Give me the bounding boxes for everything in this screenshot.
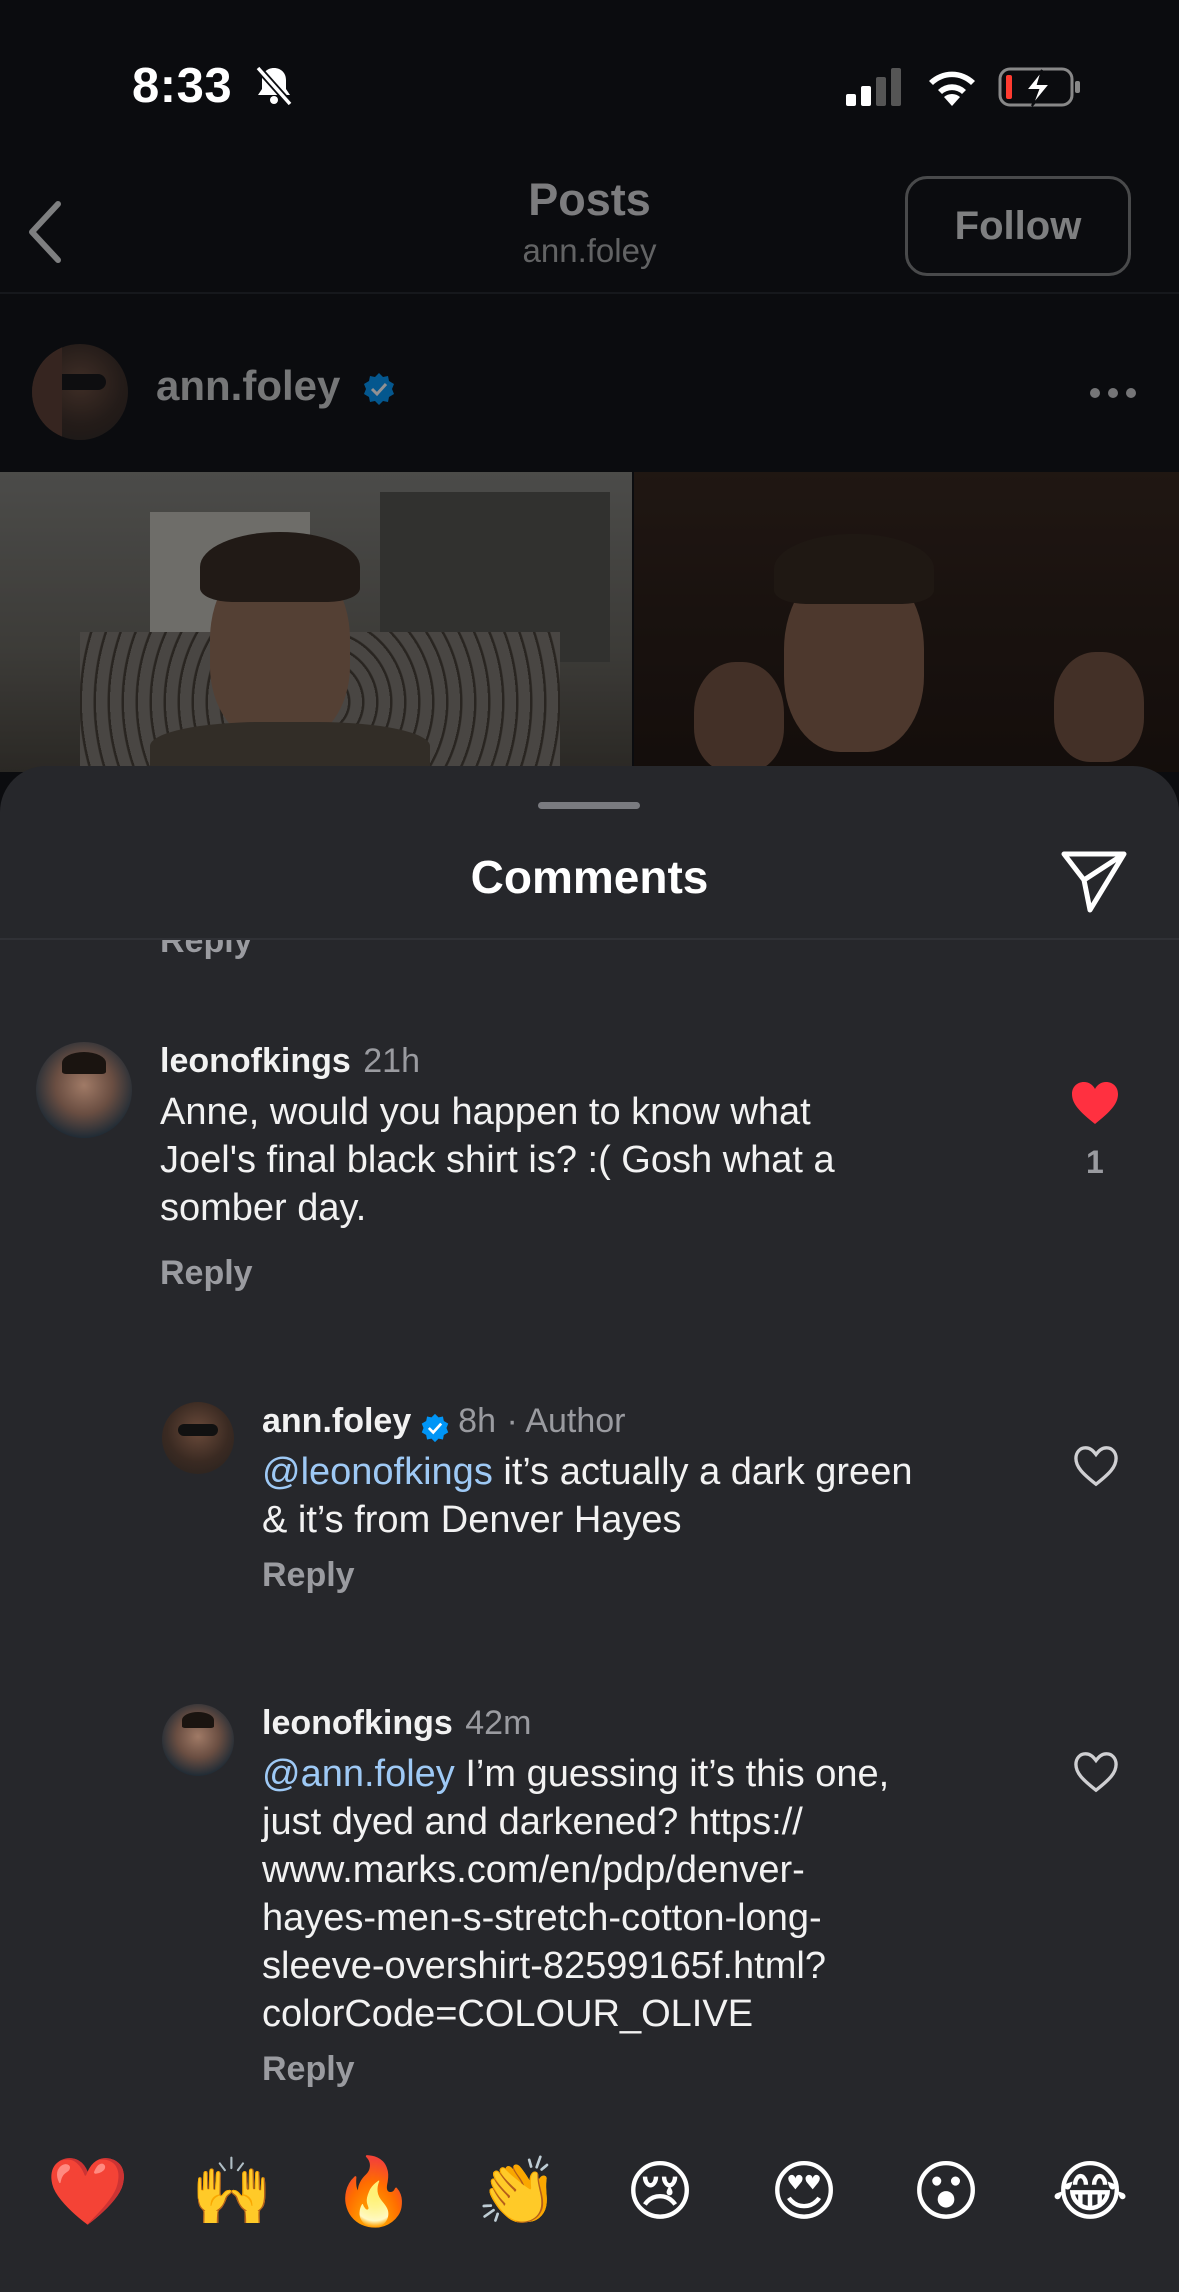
sheet-title-divider — [0, 938, 1179, 940]
commenter-avatar[interactable] — [162, 1402, 234, 1474]
reply-button[interactable]: Reply — [160, 1254, 253, 1293]
comment-time: 8h — [458, 1402, 496, 1440]
emoji-heart-button[interactable]: ❤️ — [38, 2142, 138, 2242]
share-send-icon[interactable] — [1060, 846, 1128, 914]
post-image-left — [0, 472, 632, 772]
instagram-comments-screen: 8:33 Posts ann.foley Follow ann.foley Co… — [0, 0, 1179, 2292]
comment-text-line: colorCode=COLOUR_OLIVE — [262, 1993, 754, 2035]
comments-sheet: Comments Reply leonofkings 21h Anne, wou… — [0, 766, 1179, 2292]
follow-button[interactable]: Follow — [905, 176, 1131, 276]
comment-text-line: www.marks.com/en/pdp/denver- — [262, 1849, 805, 1891]
reply-comment-item: ann.foley 8h · Author @leonofkings it’s … — [0, 1402, 1179, 1632]
comment-text: @leonofkings it’s actually a dark green … — [262, 1448, 1042, 1544]
emoji-laughing-button[interactable]: 😂 — [1040, 2142, 1140, 2242]
battery-charging-icon — [998, 67, 1080, 107]
mention-link[interactable]: @ann.foley — [262, 1753, 455, 1795]
posts-header: Posts ann.foley Follow — [0, 160, 1179, 290]
comment-time: 21h — [363, 1042, 420, 1080]
sheet-title: Comments — [470, 851, 709, 903]
more-options-icon[interactable] — [1088, 386, 1138, 400]
post-author-name[interactable]: ann.foley — [156, 362, 396, 410]
comment-username[interactable]: leonofkings — [262, 1704, 453, 1742]
status-time: 8:33 — [132, 59, 233, 113]
comment-text-line: hayes-men-s-stretch-cotton-long- — [262, 1897, 822, 1939]
silent-bell-icon — [255, 65, 293, 107]
verified-badge-icon — [364, 372, 395, 405]
comment-text-line: & it’s from Denver Hayes — [262, 1499, 682, 1541]
comment-time: 42m — [465, 1704, 532, 1742]
comment-text-line: somber day. — [160, 1187, 367, 1229]
emoji-clap-button[interactable]: 👏 — [468, 2142, 568, 2242]
comment-text-line: Joel's final black shirt is? :( Gosh wha… — [160, 1139, 835, 1181]
cellular-signal-icon — [846, 68, 901, 106]
comment-text-line: just dyed and darkened? https:// — [262, 1801, 803, 1843]
emoji-crying-button[interactable]: 😢 — [610, 2142, 710, 2242]
author-label: · Author — [506, 1402, 626, 1440]
post-image-right — [634, 472, 1179, 772]
author-avatar[interactable] — [32, 344, 128, 440]
comment-text: Anne, would you happen to know what Joel… — [160, 1088, 1060, 1232]
comment-username[interactable]: leonofkings — [160, 1042, 351, 1080]
reply-comment-item: leonofkings 42m @ann.foley I’m guessing … — [0, 1704, 1179, 2134]
emoji-reaction-bar: ❤️ 🙌 🔥 👏 😢 😍 😮 😂 — [0, 2142, 1179, 2292]
comment-text-line: sleeve-overshirt-82599165f.html? — [262, 1945, 826, 1987]
previous-reply-link[interactable]: Reply — [160, 939, 253, 961]
comment-text-line: it’s actually a dark green — [492, 1451, 913, 1493]
emoji-raised-hands-button[interactable]: 🙌 — [182, 2142, 282, 2242]
comment-text-line: I’m guessing it’s this one, — [454, 1753, 890, 1795]
comment-text: @ann.foley I’m guessing it’s this one, j… — [262, 1750, 1042, 2038]
like-count: 1 — [1086, 1144, 1104, 1180]
comment-text-line: Anne, would you happen to know what — [160, 1091, 811, 1133]
reply-button[interactable]: Reply — [262, 2050, 355, 2089]
comment-item: leonofkings 21h Anne, would you happen t… — [0, 1042, 1179, 1302]
sheet-drag-handle[interactable] — [538, 802, 640, 809]
verified-badge-icon — [421, 1413, 448, 1442]
emoji-heart-eyes-button[interactable]: 😍 — [754, 2142, 854, 2242]
reply-button[interactable]: Reply — [262, 1556, 355, 1595]
commenter-avatar[interactable] — [162, 1704, 234, 1776]
commenter-avatar[interactable] — [36, 1042, 132, 1138]
comment-username[interactable]: ann.foley — [262, 1402, 411, 1440]
emoji-surprised-button[interactable]: 😮 — [896, 2142, 996, 2242]
emoji-fire-button[interactable]: 🔥 — [324, 2142, 424, 2242]
heart-icon[interactable] — [1072, 1444, 1120, 1488]
post-author-username: ann.foley — [156, 362, 341, 409]
wifi-icon — [929, 71, 975, 106]
header-divider — [0, 292, 1179, 294]
post-author-row: ann.foley — [0, 330, 1179, 450]
mention-link[interactable]: @leonofkings — [262, 1451, 493, 1493]
heart-icon[interactable] — [1072, 1750, 1120, 1794]
liked-heart-icon[interactable] — [1070, 1080, 1120, 1126]
status-bar: 8:33 — [0, 0, 1179, 160]
